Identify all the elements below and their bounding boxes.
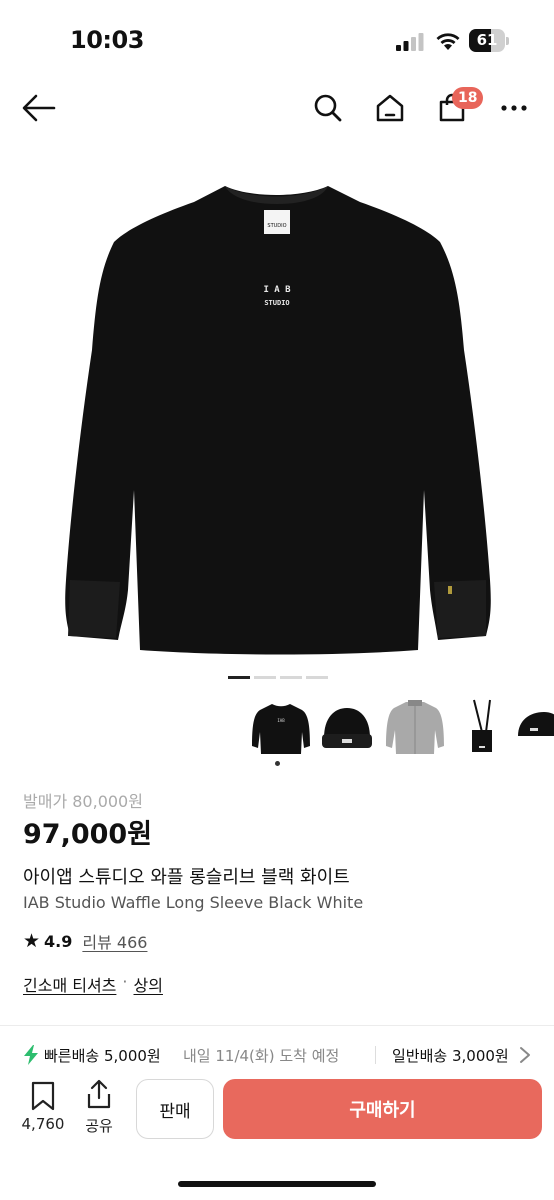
category-link-tops[interactable]: 상의 [134,972,163,996]
wifi-icon [436,33,460,50]
share-label: 공유 [85,1117,113,1135]
lightning-bolt-icon [24,1045,38,1065]
rating-row: ★ 4.9 리뷰 466 [23,930,147,952]
home-indicator [178,1181,376,1187]
chest-logo-bottom: STUDIO [264,299,289,307]
cart-count-badge: 18 [452,87,484,109]
top-nav: 18 [0,80,554,136]
buy-button[interactable]: 구매하기 [223,1079,542,1139]
home-icon[interactable] [372,90,408,126]
pagination-dot [254,676,276,679]
bookmark-count: 4,760 [21,1115,65,1133]
breadcrumb: 긴소매 티셔츠 · 상의 [23,972,163,996]
status-bar: 10:03 61 [0,0,554,80]
chest-logo-top: I A B [263,285,291,295]
bookmark-icon [31,1081,55,1111]
rating-score: 4.9 [44,931,73,951]
review-link[interactable]: 리뷰 466 [82,929,147,953]
thumbnail-jacket[interactable] [382,696,448,762]
thumbnail-long-sleeve[interactable]: IAB [248,696,314,762]
battery-level: 61 [476,31,498,49]
bookmark-button[interactable]: 4,760 [16,1081,70,1145]
list-price: 발매가 80,000원 [23,792,143,811]
pagination-dot [228,676,250,679]
divider [0,1025,554,1026]
back-arrow-icon[interactable] [21,90,57,126]
share-icon [87,1079,111,1109]
thumbnail-strip: IAB [244,696,554,772]
shipping-separator [375,1046,376,1064]
neck-label-text: STUDIO [267,223,286,229]
category-separator: · [122,972,128,991]
more-icon[interactable] [496,90,532,126]
pagination-dot [306,676,328,679]
category-link-long-sleeve[interactable]: 긴소매 티셔츠 [23,972,116,996]
product-name-korean: 아이앱 스튜디오 와플 롱슬리브 블랙 화이트 [23,867,350,888]
chevron-right-icon[interactable] [518,1046,532,1064]
sell-button[interactable]: 판매 [136,1079,214,1139]
normal-shipping-label: 일반배송 3,000원 [392,1047,509,1065]
pagination-dot [280,676,302,679]
thumbnail-selected-dot [275,761,280,766]
product-image[interactable]: STUDIO I A B STUDIO [0,150,554,670]
star-icon: ★ [23,930,41,952]
search-icon[interactable] [310,90,346,126]
fast-shipping-label: 빠른배송 5,000원 [44,1047,161,1065]
product-name-english: IAB Studio Waffle Long Sleeve Black Whit… [23,893,364,912]
fast-shipping-eta: 내일 11/4(화) 도착 예정 [183,1047,340,1065]
thumbnail-beanie[interactable] [314,696,380,762]
svg-text:IAB: IAB [277,718,285,723]
thumbnail-cap[interactable] [508,696,554,762]
share-button[interactable]: 공유 [76,1079,122,1143]
price: 97,000원 [23,819,153,850]
shipping-options[interactable]: 빠른배송 5,000원 내일 11/4(화) 도착 예정 일반배송 3,000원 [0,1040,554,1072]
battery-icon: 61 [469,29,509,52]
signal-icon [396,33,424,51]
thumbnail-bag[interactable] [448,696,514,762]
image-pagination [228,676,328,680]
status-time: 10:03 [70,26,144,54]
